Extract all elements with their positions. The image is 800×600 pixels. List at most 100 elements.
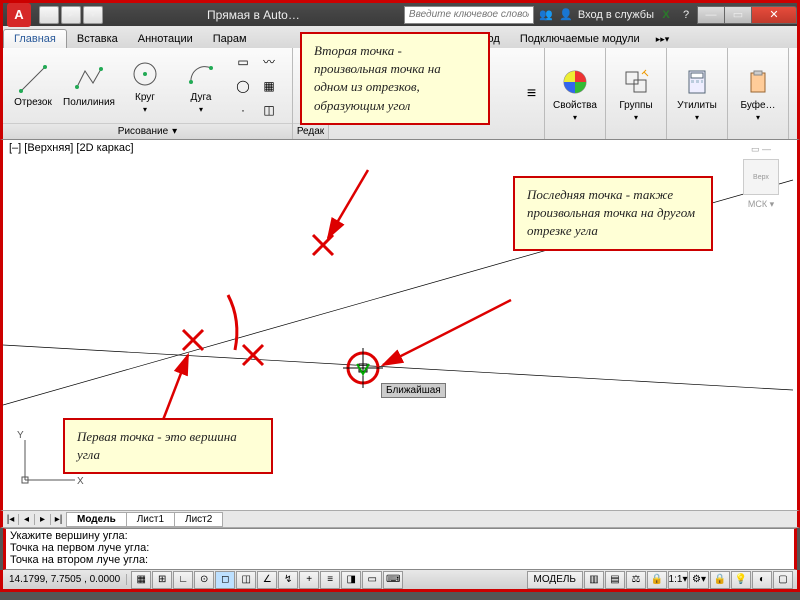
- otrack-icon[interactable]: ∠: [257, 571, 277, 589]
- exchange-icon[interactable]: X: [658, 7, 674, 23]
- quickview-drawings-icon[interactable]: ▤: [605, 571, 625, 589]
- signin-icon[interactable]: 👤: [558, 7, 574, 23]
- clipboard-icon: [742, 66, 774, 98]
- workspace-icon[interactable]: ⚙▾: [689, 571, 709, 589]
- circle-label: Круг: [135, 92, 155, 103]
- tab-overflow-icon[interactable]: ▸▸▾: [650, 31, 676, 48]
- sc-icon[interactable]: ⌨: [383, 571, 403, 589]
- layers-icon: ≡: [527, 85, 536, 103]
- open-icon[interactable]: ▸: [61, 6, 81, 24]
- ellipse-icon[interactable]: ◯: [231, 75, 255, 97]
- hatch-icon[interactable]: ▦: [257, 75, 281, 97]
- circle-button[interactable]: Круг▾: [119, 58, 171, 114]
- sheet-next-icon[interactable]: ▸: [35, 514, 51, 525]
- spline-icon[interactable]: 〰: [257, 51, 281, 73]
- title-bar: A ▭ ▸ ▾ Прямая в Auto… 👥 👤 Вход в службы…: [0, 0, 800, 26]
- hardware-accel-icon[interactable]: 💡: [731, 571, 751, 589]
- layout-tab-model[interactable]: Модель: [66, 512, 127, 527]
- modify-title[interactable]: Редак: [293, 123, 328, 139]
- point-icon[interactable]: ·: [231, 99, 255, 121]
- app-logo-icon[interactable]: A: [7, 3, 31, 27]
- panel-draw: Отрезок Полилиния Круг▾ Дуга▾ ▭ 〰 ◯ ▦ · …: [3, 48, 293, 139]
- svg-text:Y: Y: [17, 430, 24, 441]
- layout-tab-sheet2[interactable]: Лист2: [174, 512, 223, 527]
- utilities-label: Утилиты: [677, 100, 717, 111]
- annoscale-icon[interactable]: ⚖: [626, 571, 646, 589]
- tab-annotate[interactable]: Аннотации: [128, 30, 203, 48]
- coordinates-readout[interactable]: 14.1799, 7.7505 , 0.0000: [3, 574, 127, 585]
- groups-icon: [620, 66, 652, 98]
- arc-button[interactable]: Дуга▾: [175, 58, 227, 114]
- rectangle-icon[interactable]: ▭: [231, 51, 255, 73]
- lineweight-icon[interactable]: ≡: [320, 571, 340, 589]
- osnap-icon[interactable]: ◻: [215, 571, 235, 589]
- qp-icon[interactable]: ▭: [362, 571, 382, 589]
- arc-icon: [185, 58, 217, 90]
- groups-button[interactable]: Группы▾: [610, 66, 662, 122]
- clipboard-label: Буфе…: [740, 100, 775, 111]
- snap-icon[interactable]: ▦: [131, 571, 151, 589]
- cmd-history-line: Укажите вершину угла:: [10, 530, 790, 542]
- panel-draw-title[interactable]: Рисование ▾: [3, 123, 292, 139]
- wcs-label[interactable]: МСК ▾: [748, 199, 774, 210]
- cmd-history-line: Точка на первом луче угла:: [10, 542, 790, 554]
- ducs-icon[interactable]: ↯: [278, 571, 298, 589]
- note-first-point: Первая точка - это вершина угла: [63, 418, 273, 474]
- new-icon[interactable]: ▭: [39, 6, 59, 24]
- line-label: Отрезок: [14, 97, 52, 108]
- utilities-button[interactable]: Утилиты▾: [671, 66, 723, 122]
- clean-screen-icon[interactable]: ▢: [773, 571, 793, 589]
- note-second-point: Вторая точка - произвольная точка на одн…: [300, 32, 490, 125]
- properties-button[interactable]: Свойства▾: [549, 66, 601, 122]
- line-button[interactable]: Отрезок: [7, 63, 59, 108]
- quickview-layouts-icon[interactable]: ▥: [584, 571, 604, 589]
- tab-plugins[interactable]: Подключаемые модули: [510, 30, 650, 48]
- infocenter-icon[interactable]: 👥: [538, 7, 554, 23]
- close-button[interactable]: ✕: [751, 6, 797, 24]
- annoscale-add-icon[interactable]: 1:1▾: [668, 571, 688, 589]
- annoscale-lock-icon[interactable]: 🔒: [647, 571, 667, 589]
- command-line[interactable]: Укажите вершину угла: Точка на первом лу…: [3, 528, 797, 570]
- region-icon[interactable]: ◫: [257, 99, 281, 121]
- tab-parametric[interactable]: Парам: [203, 30, 257, 48]
- color-wheel-icon: [559, 66, 591, 98]
- toolbar-lock-icon[interactable]: 🔒: [710, 571, 730, 589]
- transparency-icon[interactable]: ◨: [341, 571, 361, 589]
- layout-tab-sheet1[interactable]: Лист1: [126, 512, 175, 527]
- dyn-icon[interactable]: +: [299, 571, 319, 589]
- sheet-last-icon[interactable]: ▸|: [51, 514, 67, 525]
- arc-label: Дуга: [191, 92, 212, 103]
- grid-icon[interactable]: ⊞: [152, 571, 172, 589]
- quick-access-toolbar: ▭ ▸ ▾: [39, 6, 103, 24]
- tab-home[interactable]: Главная: [3, 29, 67, 48]
- help-icon[interactable]: ?: [678, 7, 694, 23]
- drawing-canvas[interactable]: [–] [Верхняя] [2D каркас]: [0, 140, 800, 510]
- isolate-icon[interactable]: ◐: [752, 571, 772, 589]
- qat-dropdown-icon[interactable]: ▾: [83, 6, 103, 24]
- osnap-tooltip: Ближайшая: [381, 383, 446, 398]
- signin-label[interactable]: Вход в службы: [578, 9, 654, 21]
- clipboard-button[interactable]: Буфе…▾: [732, 66, 784, 122]
- tab-insert[interactable]: Вставка: [67, 30, 128, 48]
- polar-icon[interactable]: ⊙: [194, 571, 214, 589]
- ortho-icon[interactable]: ∟: [173, 571, 193, 589]
- model-space-button[interactable]: МОДЕЛЬ: [527, 571, 583, 589]
- minimize-button[interactable]: —: [697, 6, 725, 24]
- sheet-prev-icon[interactable]: ◂: [19, 514, 35, 525]
- draw-small-tools: ▭ 〰 ◯ ▦ · ◫: [231, 51, 281, 121]
- svg-text:X: X: [77, 476, 84, 487]
- title-right: 👥 👤 Вход в службы X ?: [538, 7, 694, 23]
- viewcube-min-icon[interactable]: ▭ —: [751, 144, 771, 155]
- window-buttons: — ▭ ✕: [698, 6, 797, 24]
- view-cube[interactable]: Верх: [743, 159, 779, 195]
- panel-layers-collapsed[interactable]: ≡: [519, 48, 545, 139]
- panel-utilities: Утилиты▾: [667, 48, 728, 139]
- panel-properties: Свойства▾: [545, 48, 606, 139]
- maximize-button[interactable]: ▭: [724, 6, 752, 24]
- 3dosnap-icon[interactable]: ◫: [236, 571, 256, 589]
- note-last-point: Последняя точка - также произвольная точ…: [513, 176, 713, 251]
- status-bar: 14.1799, 7.7505 , 0.0000 ▦ ⊞ ∟ ⊙ ◻ ◫ ∠ ↯…: [0, 570, 800, 592]
- search-input[interactable]: [404, 6, 534, 24]
- sheet-first-icon[interactable]: |◂: [3, 514, 19, 525]
- polyline-button[interactable]: Полилиния: [63, 63, 115, 108]
